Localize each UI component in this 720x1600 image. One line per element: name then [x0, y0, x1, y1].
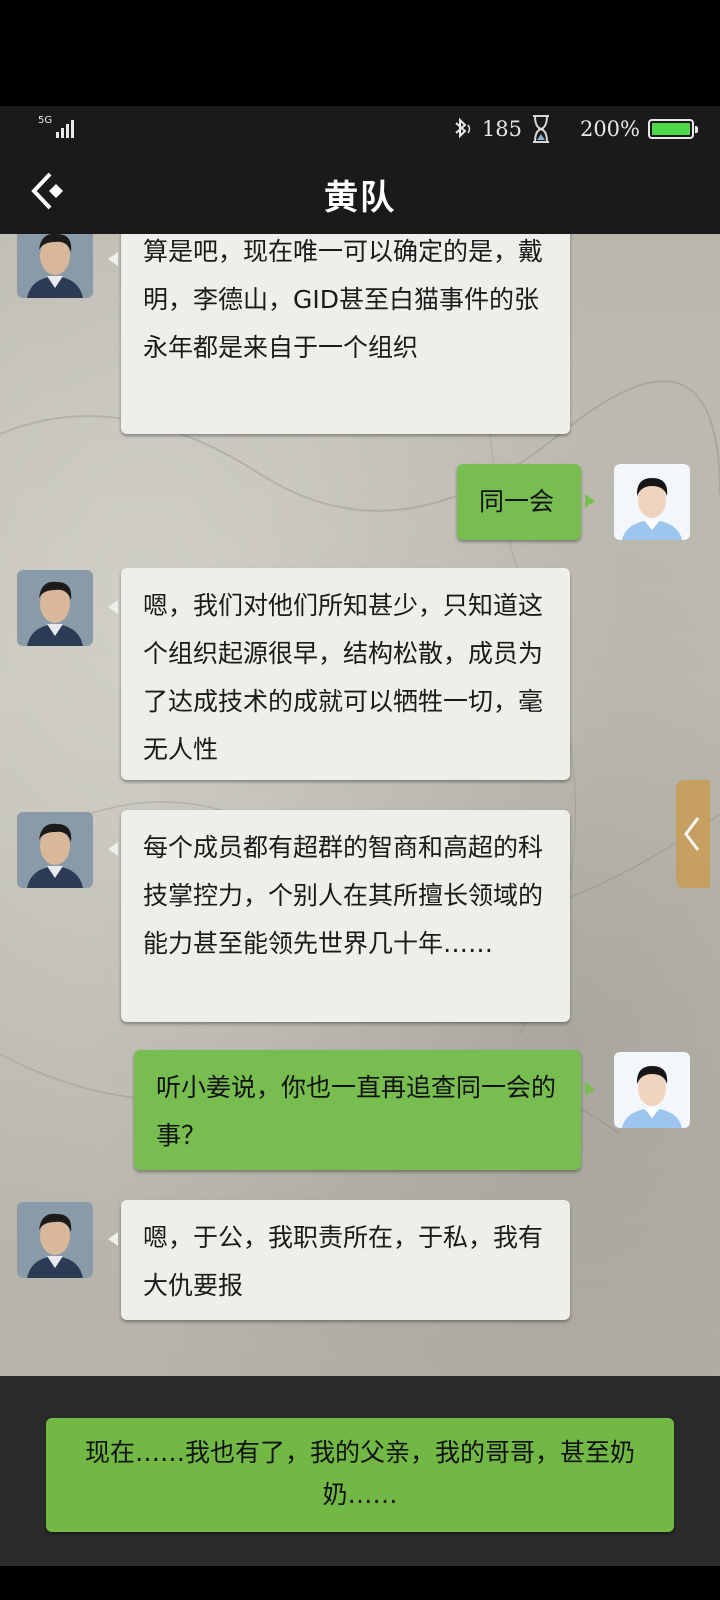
top-black-bar	[0, 0, 720, 106]
side-drawer-tab[interactable]	[676, 780, 710, 888]
message-bubble[interactable]: 听小姜说，你也一直再追查同一会的事？	[134, 1050, 581, 1170]
message-bubble[interactable]: 嗯，我们对他们所知甚少，只知道这个组织起源很早，结构松散，成员为了达成技术的成就…	[121, 568, 570, 780]
contact-avatar[interactable]	[17, 1202, 93, 1278]
battery-percent: 200%	[579, 117, 640, 141]
bluetooth-icon	[455, 117, 471, 139]
bottom-black-bar	[0, 1566, 720, 1600]
chat-area[interactable]: 算是吧，现在唯一可以确定的是，戴明，李德山，GID甚至白猫事件的张永年都是来自于…	[0, 234, 720, 1376]
contact-avatar[interactable]	[17, 234, 93, 298]
message-bubble[interactable]: 每个成员都有超群的智商和高超的科技掌控力，个别人在其所擅长领域的能力甚至能领先世…	[121, 810, 570, 1022]
chat-header: 黄队	[0, 152, 720, 234]
status-bar: 5G 185 200%	[0, 106, 720, 152]
message-bubble[interactable]: 嗯，于公，我职责所在，于私，我有大仇要报	[121, 1200, 570, 1320]
reply-panel: 现在……我也有了，我的父亲，我的哥哥，甚至奶奶……	[0, 1376, 720, 1566]
message-bubble[interactable]: 算是吧，现在唯一可以确定的是，戴明，李德山，GID甚至白猫事件的张永年都是来自于…	[121, 234, 570, 434]
player-avatar[interactable]	[614, 1052, 690, 1128]
battery-icon	[648, 119, 698, 139]
signal-icon: 5G	[38, 115, 75, 138]
counter-value: 185	[481, 117, 522, 141]
player-avatar[interactable]	[614, 464, 690, 540]
chat-title: 黄队	[324, 178, 396, 218]
network-type: 5G	[38, 115, 53, 126]
hourglass-icon	[532, 115, 549, 143]
contact-avatar[interactable]	[17, 570, 93, 646]
message-bubble[interactable]: 同一会	[457, 464, 581, 540]
reply-option-button[interactable]: 现在……我也有了，我的父亲，我的哥哥，甚至奶奶……	[46, 1418, 674, 1532]
contact-avatar[interactable]	[17, 812, 93, 888]
chevron-left-icon	[684, 817, 700, 851]
